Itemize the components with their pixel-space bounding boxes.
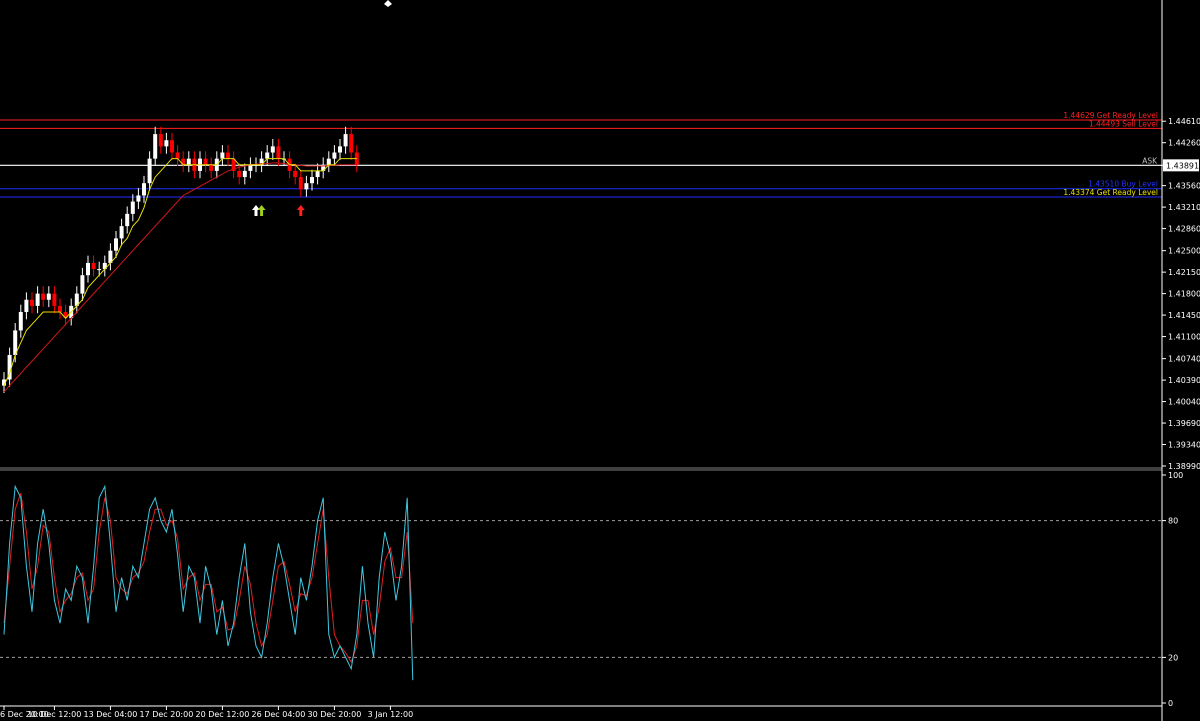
candle-body: [343, 134, 348, 147]
stoch-tick-label: 0: [1168, 699, 1173, 708]
time-tick-label: 20 Dec 12:00: [195, 710, 249, 719]
candle-body: [130, 201, 135, 214]
ask-price-label: 1.43891: [1166, 161, 1199, 170]
time-tick-label: 10 Dec 12:00: [27, 710, 81, 719]
candle-body: [91, 262, 96, 270]
candle-body: [265, 152, 270, 159]
price-tick-label: 1.41800: [1168, 290, 1200, 299]
candle-body: [164, 140, 169, 147]
candle-body: [80, 275, 85, 294]
candle-body: [52, 293, 57, 306]
price-tick-label: 1.43560: [1168, 182, 1200, 191]
candle-body: [114, 238, 118, 251]
candle-body: [298, 177, 303, 190]
candle-body: [18, 312, 23, 331]
time-tick-label: 3 Jan 12:00: [368, 710, 414, 719]
candle-body: [276, 146, 281, 159]
candle-body: [270, 146, 275, 153]
candle-body: [332, 152, 337, 159]
time-tick-label: 30 Dec 20:00: [307, 710, 361, 719]
price-tick-label: 1.42150: [1168, 268, 1200, 277]
price-tick-label: 1.39340: [1168, 441, 1200, 450]
candle-body: [86, 262, 90, 276]
trading-chart: 1.44629 Get Ready Level1.44493 Sell Leve…: [0, 0, 1200, 721]
stoch-tick-label: 80: [1168, 517, 1178, 526]
candle-body: [158, 134, 163, 147]
candle-body: [209, 164, 214, 171]
candle-body: [147, 158, 152, 184]
ask-label: ASK: [1142, 156, 1158, 165]
candle-body: [310, 177, 314, 184]
candle-body: [248, 164, 253, 171]
price-tick-label: 1.38990: [1168, 462, 1200, 471]
candle-body: [41, 293, 46, 300]
candle-body: [203, 158, 208, 165]
candle-body: [175, 152, 180, 159]
candle-body: [170, 140, 174, 153]
candle-body: [226, 152, 230, 159]
candle-body: [237, 170, 242, 178]
price-tick-label: 1.41450: [1168, 311, 1200, 320]
candle-body: [304, 183, 309, 190]
price-tick-label: 1.43210: [1168, 203, 1200, 212]
price-tick-label: 1.40390: [1168, 376, 1200, 385]
price-tick-label: 1.44610: [1168, 117, 1200, 126]
candle-body: [24, 299, 29, 313]
stoch-tick-label: 100: [1168, 471, 1183, 480]
candle-body: [136, 195, 141, 202]
candle-body: [58, 305, 62, 313]
candle-body: [119, 226, 124, 239]
candle-body: [315, 170, 320, 178]
candle-body: [46, 293, 51, 300]
chart-background: [0, 0, 1200, 721]
price-tick-label: 1.42860: [1168, 225, 1200, 234]
candle-body: [97, 269, 102, 271]
candle-body: [35, 293, 40, 306]
price-tick-label: 1.41100: [1168, 333, 1200, 342]
candle-body: [125, 213, 130, 227]
candle-body: [142, 183, 146, 196]
time-tick-label: 26 Dec 04:00: [251, 710, 305, 719]
time-tick-label: 17 Dec 20:00: [139, 710, 193, 719]
candle-body: [326, 158, 331, 165]
candle-body: [30, 299, 34, 306]
level-label: 1.44493 Sell Level: [1089, 119, 1158, 128]
level-label: 1.43374 Get Ready Level: [1063, 188, 1158, 197]
candle-body: [349, 134, 354, 153]
price-tick-label: 1.40040: [1168, 398, 1200, 407]
time-tick-label: 13 Dec 04:00: [83, 710, 137, 719]
candle-body: [293, 170, 298, 178]
price-tick-label: 1.44260: [1168, 139, 1200, 148]
candle-body: [186, 158, 191, 165]
candle-body: [220, 152, 225, 159]
candle-body: [153, 134, 158, 159]
price-tick-label: 1.40740: [1168, 355, 1200, 364]
price-tick-label: 1.39690: [1168, 419, 1200, 428]
price-tick-label: 1.42500: [1168, 247, 1200, 256]
candle-body: [242, 170, 247, 178]
stoch-tick-label: 20: [1168, 653, 1178, 662]
candle-body: [338, 146, 342, 153]
